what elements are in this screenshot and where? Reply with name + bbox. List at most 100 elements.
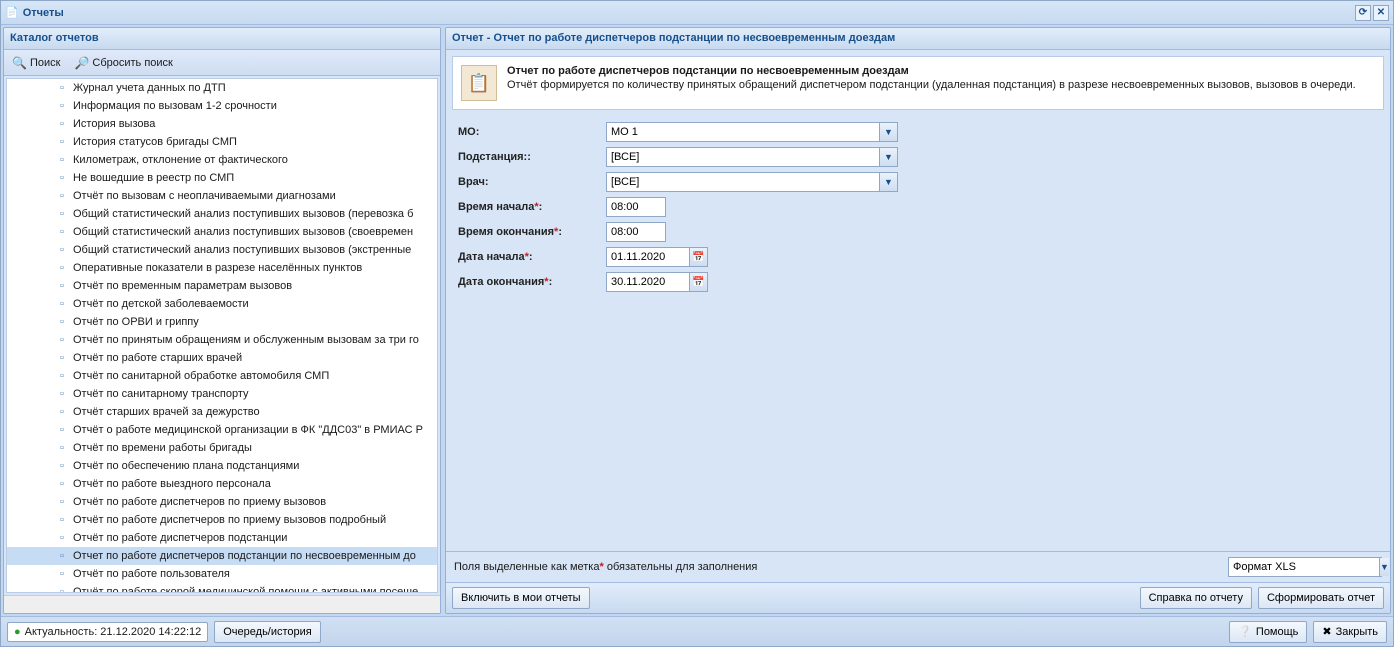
date-end-input[interactable] <box>606 272 690 292</box>
document-icon: ▫ <box>55 207 69 221</box>
tree-item-label: Информация по вызовам 1-2 срочности <box>73 100 277 112</box>
tree-item[interactable]: ▫Отчёт по санитарному транспорту <box>7 385 437 403</box>
document-icon: ▫ <box>55 477 69 491</box>
tree-item[interactable]: ▫История вызова <box>7 115 437 133</box>
tree-item[interactable]: ▫Общий статистический анализ поступивших… <box>7 241 437 259</box>
tree-item[interactable]: ▫Отчёт по времени работы бригады <box>7 439 437 457</box>
tree-item[interactable]: ▫Отчёт по работе диспетчеров по приему в… <box>7 511 437 529</box>
tree-item-label: Отчёт по работе пользователя <box>73 568 230 580</box>
document-icon: ▫ <box>55 585 69 593</box>
description-title: Отчет по работе диспетчеров подстанции п… <box>507 65 1356 77</box>
tree-item[interactable]: ▫ Отчёт по обеспечению плана подстанциями <box>7 457 437 475</box>
document-icon: ▫ <box>55 261 69 275</box>
refresh-icon[interactable]: ⟳ <box>1355 5 1371 21</box>
tree-item[interactable]: ▫Не вошедшие в реестр по СМП <box>7 169 437 187</box>
report-tree[interactable]: ▫Журнал учета данных по ДТП▫Информация п… <box>6 78 438 593</box>
add-to-my-reports-button[interactable]: Включить в мои отчеты <box>452 587 590 609</box>
queue-history-button[interactable]: Очередь/история <box>214 621 321 643</box>
report-icon: 📋 <box>461 65 497 101</box>
chevron-down-icon[interactable]: ▼ <box>879 123 897 141</box>
close-button[interactable]: ✖ Закрыть <box>1313 621 1387 643</box>
tree-item-label: Отчёт по работе выездного персонала <box>73 478 271 490</box>
time-start-label: Время начала*: <box>458 201 606 213</box>
calendar-icon[interactable]: 📅 <box>690 272 708 292</box>
titlebar: 📄 Отчеты ⟳ ✕ <box>1 1 1393 25</box>
reset-search-button[interactable]: 🔎 Сбросить поиск <box>70 54 176 72</box>
tree-item[interactable]: ▫Общий статистический анализ поступивших… <box>7 223 437 241</box>
tree-item-label: Отчёт по обеспечению плана подстанциями <box>73 460 299 472</box>
report-body: 📋 Отчет по работе диспетчеров подстанции… <box>446 50 1390 613</box>
tree-item[interactable]: ▫Информация по вызовам 1-2 срочности <box>7 97 437 115</box>
tree-item[interactable]: ▫Отчёт по работе диспетчеров подстанции <box>7 529 437 547</box>
tree-item-label: Оперативные показатели в разрезе населён… <box>73 262 362 274</box>
tree-hscroll[interactable] <box>4 595 440 613</box>
search-button[interactable]: 🔍 Поиск <box>8 54 64 72</box>
help-button[interactable]: ❔ Помощь <box>1229 621 1307 643</box>
tree-item[interactable]: ▫Отчёт старших врачей за дежурство <box>7 403 437 421</box>
document-icon: ▫ <box>55 351 69 365</box>
tree-item[interactable]: ▫Отчёт по временным параметрам вызовов <box>7 277 437 295</box>
time-end-label: Время окончания*: <box>458 226 606 238</box>
document-icon: ▫ <box>55 117 69 131</box>
hint-row: Поля выделенные как метка* обязательны д… <box>446 551 1390 582</box>
calendar-icon[interactable]: 📅 <box>690 247 708 267</box>
generate-report-button[interactable]: Сформировать отчет <box>1258 587 1384 609</box>
report-help-button[interactable]: Справка по отчету <box>1140 587 1252 609</box>
tree-item-label: Отчёт по работе скорой медицинской помош… <box>73 586 418 593</box>
tree-item[interactable]: ▫Отчёт по вызовам с неоплачиваемыми диаг… <box>7 187 437 205</box>
document-icon: ▫ <box>55 513 69 527</box>
close-icon[interactable]: ✕ <box>1373 5 1389 21</box>
document-icon: ▫ <box>55 441 69 455</box>
tree-item[interactable]: ▫История статусов бригады СМП <box>7 133 437 151</box>
document-icon: ▫ <box>55 243 69 257</box>
format-input[interactable] <box>1229 558 1379 576</box>
chevron-down-icon[interactable]: ▼ <box>1379 558 1389 576</box>
tree-item[interactable]: ▫Отчёт по работе диспетчеров по приему в… <box>7 493 437 511</box>
tree-item-label: Отчёт старших врачей за дежурство <box>73 406 260 418</box>
tree-item[interactable]: ▫Отчёт по ОРВИ и гриппу <box>7 313 437 331</box>
document-icon: ▫ <box>55 531 69 545</box>
tree-item[interactable]: ▫Отчёт по принятым обращениям и обслужен… <box>7 331 437 349</box>
report-header: Отчет - Отчет по работе диспетчеров подс… <box>446 28 1390 50</box>
tree-item[interactable]: ▫ Отчёт по работе скорой медицинской помо… <box>7 583 437 593</box>
tree-item[interactable]: ▫Журнал учета данных по ДТП <box>7 79 437 97</box>
substation-combo[interactable]: ▼ <box>606 147 898 167</box>
document-icon: ▫ <box>55 459 69 473</box>
tree-item[interactable]: ▫Отчёт по детской заболеваемости <box>7 295 437 313</box>
tree-item[interactable]: ▫Отчёт о работе медицинской организации … <box>7 421 437 439</box>
mo-input[interactable] <box>607 123 879 141</box>
mo-combo[interactable]: ▼ <box>606 122 898 142</box>
doctor-combo[interactable]: ▼ <box>606 172 898 192</box>
document-icon: ▫ <box>55 567 69 581</box>
close-icon: ✖ <box>1322 625 1331 638</box>
actuality-chip[interactable]: ● Актуальность: 21.12.2020 14:22:12 <box>7 622 208 642</box>
reset-icon: 🔎 <box>74 56 89 70</box>
time-end-input[interactable] <box>606 222 666 242</box>
tree-item[interactable]: ▫ Оперативные показатели в разрезе населё… <box>7 259 437 277</box>
catalog-toolbar: 🔍 Поиск 🔎 Сбросить поиск <box>4 50 440 76</box>
doctor-input[interactable] <box>607 173 879 191</box>
tree-item[interactable]: ▫Общий статистический анализ поступивших… <box>7 205 437 223</box>
chevron-down-icon[interactable]: ▼ <box>879 173 897 191</box>
tree-item[interactable]: ▫ Отчёт по работе старших врачей <box>7 349 437 367</box>
tree-item-label: Отчёт по работе старших врачей <box>73 352 242 364</box>
tree-item-label: Общий статистический анализ поступивших … <box>73 226 413 238</box>
document-icon: ▫ <box>55 315 69 329</box>
tree-item[interactable]: ▫Километраж, отклонение от фактического <box>7 151 437 169</box>
tree-item[interactable]: ▫ Отчёт по работе выездного персонала <box>7 475 437 493</box>
date-end-label: Дата окончания*: <box>458 276 606 288</box>
format-combo[interactable]: ▼ <box>1228 557 1382 577</box>
catalog-panel: Каталог отчетов 🔍 Поиск 🔎 Сбросить поиск… <box>3 27 441 614</box>
substation-input[interactable] <box>607 148 879 166</box>
chevron-down-icon[interactable]: ▼ <box>879 148 897 166</box>
document-icon: ▫ <box>55 297 69 311</box>
tree-item[interactable]: ▫ Отчёт по работе пользователя <box>7 565 437 583</box>
check-icon: ● <box>14 626 21 638</box>
time-start-input[interactable] <box>606 197 666 217</box>
form-area: МО: ▼ Подстанция:: ▼ В <box>452 116 1384 551</box>
statusbar: ● Актуальность: 21.12.2020 14:22:12 Очер… <box>1 616 1393 646</box>
date-start-input[interactable] <box>606 247 690 267</box>
tree-item[interactable]: ▫Отчет по работе диспетчеров подстанции … <box>7 547 437 565</box>
tree-item[interactable]: ▫Отчёт по санитарной обработке автомобил… <box>7 367 437 385</box>
search-icon: 🔍 <box>12 56 27 70</box>
